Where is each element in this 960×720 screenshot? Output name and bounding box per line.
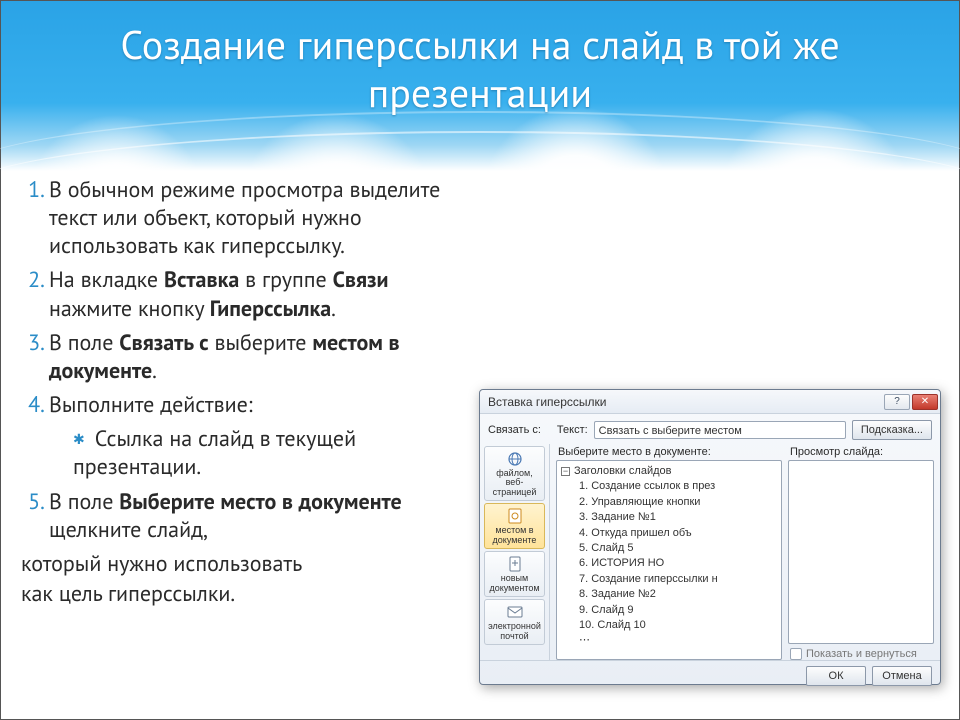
tree-item[interactable]: 8. Задание №2	[579, 587, 777, 602]
step-4: Выполните действие: Ссылка на слайд в те…	[49, 391, 471, 481]
dialog-title: Вставка гиперссылки	[488, 395, 606, 409]
document-tree[interactable]: − Заголовки слайдов 1. Создание ссылок в…	[556, 460, 782, 660]
sidebar-place-in-doc[interactable]: местом в документе	[484, 503, 545, 549]
tree-root-label: Заголовки слайдов	[574, 464, 672, 479]
ok-button[interactable]: ОК	[806, 666, 866, 686]
collapse-icon[interactable]: −	[561, 467, 570, 476]
tree-item[interactable]: 2. Управляющие кнопки	[579, 495, 777, 510]
slide-preview	[788, 460, 934, 644]
step-4-sub: Ссылка на слайд в текущей презентации.	[73, 425, 471, 481]
link-type-sidebar: файлом, веб-страницей местом в документе…	[480, 444, 550, 660]
document-target-icon	[505, 508, 525, 524]
step-5: В поле Выберите место в документе щелкни…	[49, 488, 471, 544]
sidebar-new-doc[interactable]: новым документом	[484, 551, 545, 597]
tree-item[interactable]: 6. ИСТОРИЯ НО	[579, 556, 777, 571]
select-place-label: Выберите место в документе:	[558, 446, 782, 458]
tree-item[interactable]: 1. Создание ссылок в през	[579, 479, 777, 494]
cancel-button[interactable]: Отмена	[872, 666, 932, 686]
tail-line-1: который нужно использовать	[11, 550, 471, 578]
step-3: В поле Связать с выберите местом в докум…	[49, 329, 471, 385]
tree-item[interactable]: 5. Слайд 5	[579, 541, 777, 556]
tree-item[interactable]: 3. Задание №1	[579, 510, 777, 525]
globe-icon	[505, 451, 525, 467]
tree-more: ⋯	[561, 633, 777, 648]
dialog-titlebar[interactable]: Вставка гиперссылки ? ✕	[480, 390, 940, 414]
preview-label: Просмотр слайда:	[790, 446, 934, 458]
checkbox-icon	[790, 648, 802, 660]
tree-item[interactable]: 9. Слайд 9	[579, 603, 777, 618]
link-with-label: Связать с:	[488, 424, 541, 436]
help-button[interactable]: ?	[884, 394, 910, 410]
tree-item[interactable]: 4. Откуда пришел объ	[579, 526, 777, 541]
tail-line-2: как цель гиперссылки.	[11, 580, 471, 608]
hint-button[interactable]: Подсказка...	[852, 420, 932, 440]
sidebar-file-web[interactable]: файлом, веб-страницей	[484, 446, 545, 501]
sidebar-email[interactable]: электронной почтой	[484, 599, 545, 645]
tree-item[interactable]: 7. Создание гиперссылки н	[579, 572, 777, 587]
slide: Создание гиперссылки на слайд в той же п…	[0, 0, 960, 720]
show-and-return-checkbox[interactable]: Показать и вернуться	[788, 644, 934, 660]
text-input[interactable]: Связать с выберите местом	[594, 421, 846, 439]
new-document-icon	[505, 556, 525, 572]
step-2: На вкладке Вставка в группе Связи нажмит…	[49, 266, 471, 322]
slide-title: Создание гиперссылки на слайд в той же п…	[1, 21, 959, 117]
slide-body: В обычном режиме просмотра выделите текс…	[11, 176, 471, 608]
step-1: В обычном режиме просмотра выделите текс…	[49, 176, 471, 260]
dialog-insert-hyperlink: Вставка гиперссылки ? ✕ Связать с: Текст…	[479, 389, 941, 685]
mail-icon	[505, 604, 525, 620]
step-1-text: В обычном режиме просмотра выделите текс…	[49, 176, 440, 260]
close-button[interactable]: ✕	[912, 394, 938, 410]
text-label: Текст:	[557, 424, 588, 436]
tree-item[interactable]: 10. Слайд 10	[579, 618, 777, 633]
